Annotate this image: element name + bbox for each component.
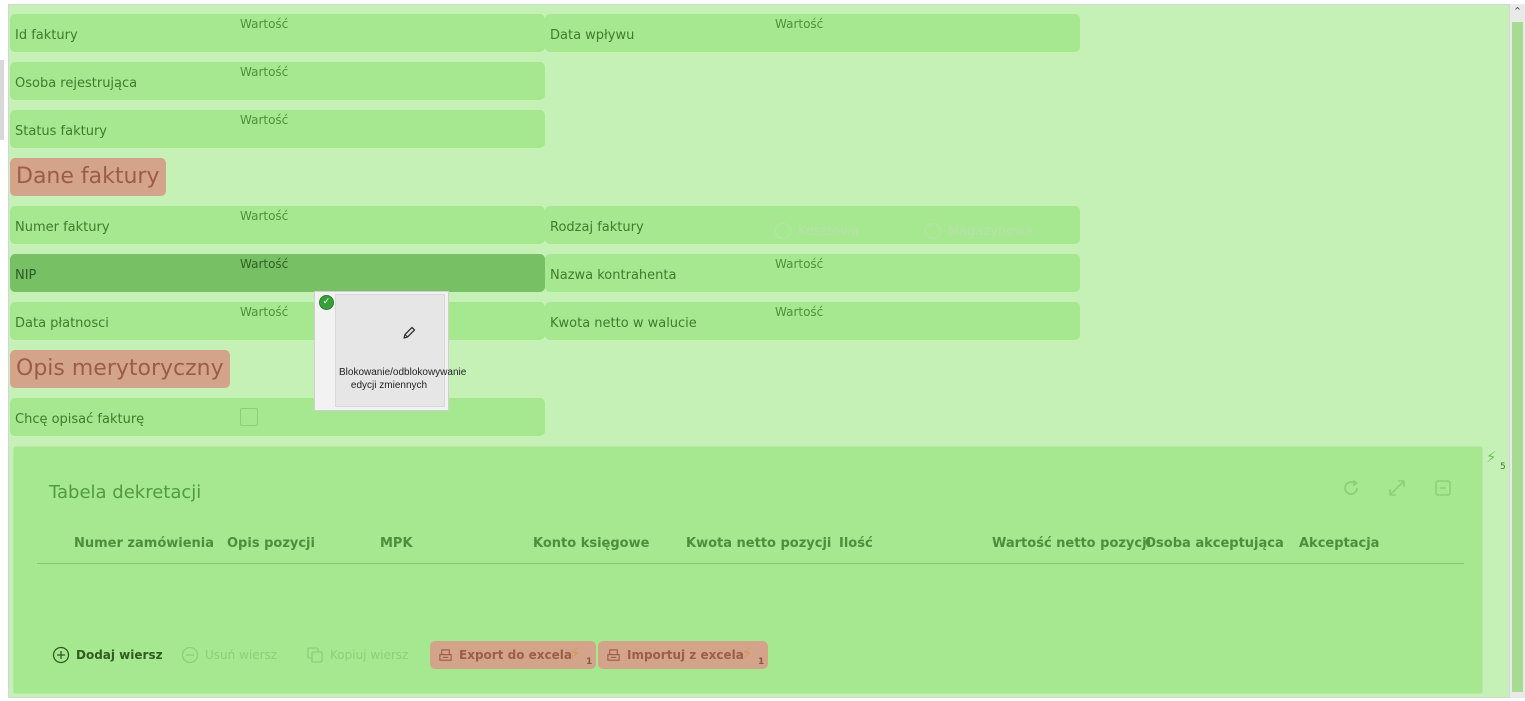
field-label: Nazwa kontrahenta (550, 268, 677, 283)
column-header[interactable]: Kwota netto pozycji (686, 536, 831, 551)
scrollbar-thumb[interactable] (1512, 22, 1523, 692)
field-rodzaj-faktury: Rodzaj faktury Kosztowa Magazynowa (545, 206, 1080, 244)
column-header[interactable]: Ilość (839, 536, 873, 551)
check-icon: ✓ (319, 295, 334, 310)
chce-opisac-checkbox[interactable] (240, 408, 258, 426)
field-label: Chcę opisać fakturę (15, 412, 145, 427)
panel-badge: 5 (1500, 462, 1506, 472)
column-header[interactable]: Akceptacja (1299, 536, 1379, 551)
field-value[interactable]: Wartość (240, 305, 288, 319)
refresh-icon[interactable] (1340, 477, 1362, 499)
field-id-faktury[interactable]: Id faktury Wartość (10, 14, 545, 52)
export-excel-label: Export do excela (459, 648, 572, 662)
copy-row-label: Kopiuj wiersz (330, 648, 409, 662)
field-label: Data płatnosci (15, 316, 109, 331)
field-data-platnosci[interactable]: Data płatnosci Wartość (10, 302, 545, 340)
collapse-icon[interactable] (1432, 477, 1454, 499)
add-row-label: Dodaj wiersz (76, 648, 163, 662)
field-value[interactable]: Wartość (240, 17, 288, 31)
field-value[interactable]: Wartość (240, 209, 288, 223)
field-label: Kwota netto w walucie (550, 316, 697, 331)
radio-label: Kosztowa (798, 223, 860, 239)
vertical-scrollbar[interactable]: ⌃ (1510, 4, 1525, 698)
tabela-dekretacji-panel: Tabela dekretacji Numer zamówienia Opis … (13, 446, 1483, 694)
field-label: Status faktury (15, 124, 108, 139)
export-excel-button[interactable]: Export do excela ⚡ 1 (430, 641, 596, 669)
field-value[interactable]: Wartość (775, 17, 823, 31)
field-label: Data wpływu (550, 28, 635, 43)
table-header: Numer zamówienia Opis pozycji MPK Konto … (37, 533, 1464, 564)
printer-icon (439, 648, 452, 661)
import-badge: 1 (758, 657, 765, 667)
export-badge: 1 (586, 657, 593, 667)
field-value[interactable]: Wartość (775, 257, 823, 271)
field-value[interactable]: Wartość (240, 113, 288, 127)
column-header[interactable]: Opis pozycji (227, 536, 315, 551)
field-value[interactable]: Wartość (240, 65, 288, 79)
import-excel-label: Importuj z excela (627, 648, 744, 662)
field-chce-opisac: Chcę opisać fakturę (10, 398, 545, 436)
field-label: Rodzaj faktury (550, 220, 644, 235)
plus-circle-icon (52, 646, 70, 664)
field-osoba-rejestrujaca[interactable]: Osoba rejestrująca Wartość (10, 62, 545, 100)
field-numer-faktury[interactable]: Numer faktury Wartość (10, 206, 545, 244)
field-kwota-netto[interactable]: Kwota netto w walucie Wartość (545, 302, 1080, 340)
lightning-icon: ⚡ (742, 644, 753, 662)
field-label: Osoba rejestrująca (15, 76, 138, 91)
section-dane-faktury: Dane faktury (10, 158, 166, 196)
pencil-icon[interactable] (401, 325, 417, 341)
column-header[interactable]: MPK (380, 536, 413, 551)
radio-circle[interactable] (925, 223, 941, 239)
panel-title: Tabela dekretacji (49, 482, 202, 503)
import-excel-button[interactable]: Importuj z excela ⚡ 1 (598, 641, 768, 669)
expand-icon[interactable] (1386, 477, 1408, 499)
remove-row-button[interactable]: Usuń wiersz (181, 641, 277, 669)
radio-magazynowa[interactable]: Magazynowa (925, 223, 1033, 239)
field-label: Numer faktury (15, 220, 110, 235)
remove-row-label: Usuń wiersz (205, 648, 278, 662)
copy-row-button[interactable]: Kopiuj wiersz (306, 641, 408, 669)
add-row-button[interactable]: Dodaj wiersz (52, 641, 163, 669)
scroll-up-icon[interactable]: ⌃ (1512, 6, 1523, 18)
radio-circle[interactable] (775, 223, 791, 239)
edit-lock-popup: ✓ Blokowanie/odblokowywanie edycji zmien… (314, 291, 467, 411)
field-data-wplywu[interactable]: Data wpływu Wartość (545, 14, 1080, 52)
field-nip[interactable]: NIP Wartość (10, 254, 545, 292)
radio-kosztowa[interactable]: Kosztowa (775, 223, 859, 239)
field-nazwa-kontrahenta[interactable]: Nazwa kontrahenta Wartość (545, 254, 1080, 292)
column-header[interactable]: Numer zamówienia (74, 536, 214, 551)
lightning-icon: ⚡ (570, 644, 581, 662)
field-status-faktury[interactable]: Status faktury Wartość (10, 110, 545, 148)
field-label: Id faktury (15, 28, 78, 43)
popup-text: Blokowanie/odblokowywanie edycji zmienny… (339, 367, 467, 391)
field-label: NIP (15, 268, 37, 283)
column-header[interactable]: Osoba akceptująca (1145, 536, 1284, 551)
copy-icon (307, 647, 323, 663)
minus-circle-icon (181, 646, 199, 664)
column-header[interactable]: Konto księgowe (533, 536, 649, 551)
printer-icon (607, 648, 620, 661)
left-edge-strip (0, 60, 4, 140)
section-opis-merytoryczny: Opis merytoryczny (10, 350, 230, 388)
column-header[interactable]: Wartość netto pozycji (992, 536, 1151, 551)
field-value[interactable]: Wartość (240, 257, 288, 271)
lightning-icon[interactable]: ⚡ (1486, 448, 1497, 466)
field-value[interactable]: Wartość (775, 305, 823, 319)
radio-label: Magazynowa (948, 223, 1033, 239)
